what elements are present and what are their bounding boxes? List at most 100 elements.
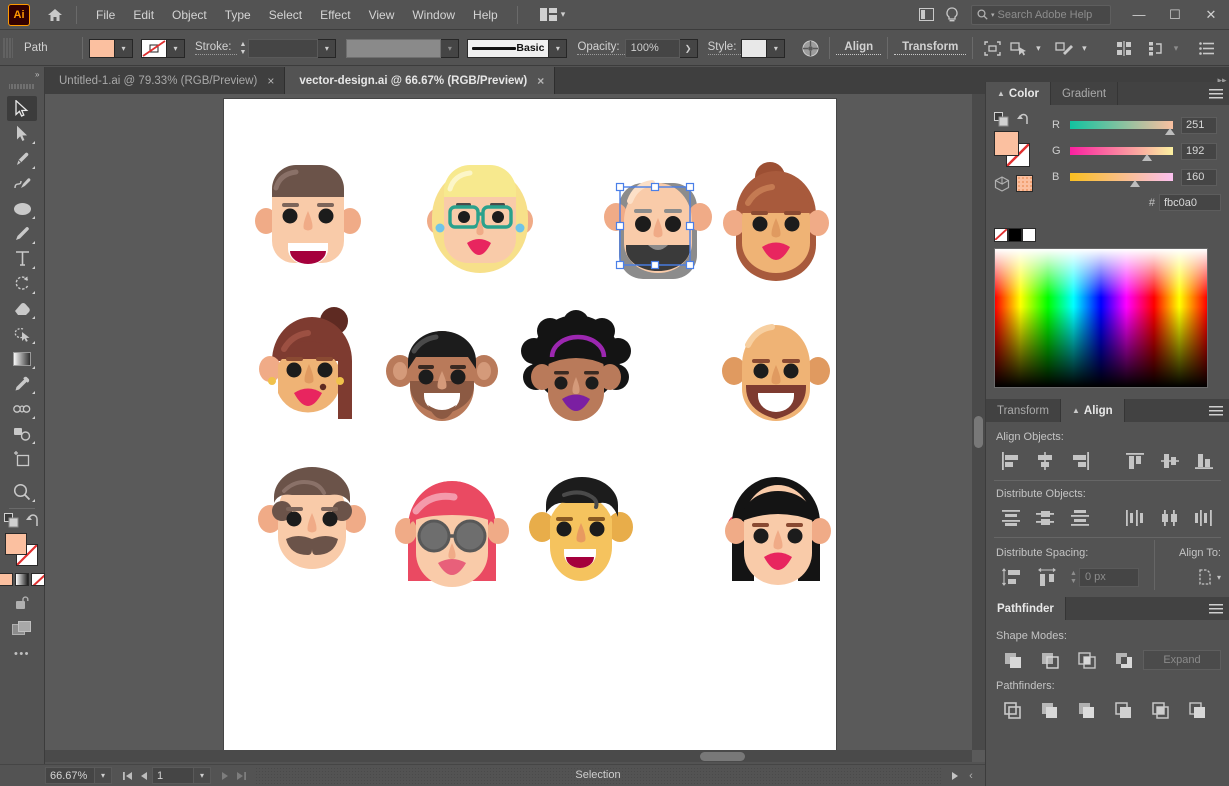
swap-fill-stroke-icon[interactable]	[4, 513, 19, 528]
canvas-vertical-scrollbar[interactable]	[972, 94, 985, 750]
swatch-white[interactable]	[1022, 228, 1036, 242]
zoom-level-input[interactable]: 66.67%	[45, 767, 95, 784]
zoom-chevron-down-icon[interactable]: ▾	[95, 767, 112, 784]
color-ramp-swatch[interactable]	[1016, 175, 1033, 192]
variable-width-chevron-down-icon[interactable]: ▾	[441, 38, 460, 58]
arrange-chevron-down-icon[interactable]: ▾	[1169, 37, 1183, 59]
artboard-tool[interactable]	[7, 446, 37, 471]
stroke-weight-chevron-down-icon[interactable]: ▾	[318, 38, 337, 58]
shaper-tool[interactable]	[7, 321, 37, 346]
spacing-stepper[interactable]: ▲ ▼	[1068, 570, 1079, 585]
vertical-distribute-center-icon[interactable]	[1028, 505, 1062, 531]
shape-builder-tool[interactable]	[7, 421, 37, 446]
variable-width-profile[interactable]	[346, 38, 442, 58]
select-similar-chevron-down-icon[interactable]: ▾	[1031, 37, 1045, 59]
gradient-tool[interactable]	[7, 346, 37, 371]
lightbulb-icon[interactable]	[939, 4, 965, 26]
edit-toolbar-chevron-down-icon[interactable]: ▾	[1077, 37, 1091, 59]
next-artboard-button[interactable]	[217, 767, 233, 784]
select-similar-objects-icon[interactable]	[1005, 37, 1031, 59]
menu-effect[interactable]: Effect	[311, 4, 359, 26]
tab-pathfinder[interactable]: Pathfinder	[986, 597, 1066, 620]
direct-selection-tool[interactable]	[7, 121, 37, 146]
pathfinder-panel-menu-icon[interactable]	[1209, 597, 1223, 620]
minus-front-icon[interactable]	[1031, 647, 1068, 673]
ellipse-tool[interactable]	[7, 196, 37, 221]
swap-arrow-icon[interactable]	[1016, 113, 1030, 126]
home-icon[interactable]	[44, 4, 66, 26]
style-chevron-down-icon[interactable]: ▾	[767, 38, 786, 58]
panel-collapse-icon[interactable]: ▲	[1072, 406, 1080, 415]
menu-object[interactable]: Object	[163, 4, 216, 26]
vertical-distribute-bottom-icon[interactable]	[1063, 505, 1097, 531]
arrange-objects-icon[interactable]	[1143, 37, 1169, 59]
status-indicator-text[interactable]: Selection	[255, 767, 941, 784]
curvature-tool[interactable]	[7, 171, 37, 196]
menu-type[interactable]: Type	[216, 4, 260, 26]
paintbrush-tool[interactable]	[7, 221, 37, 246]
distribute-spacing-icon[interactable]	[1111, 37, 1137, 59]
merge-icon[interactable]	[1068, 697, 1105, 723]
menu-view[interactable]: View	[360, 4, 404, 26]
menu-file[interactable]: File	[87, 4, 124, 26]
align-panel-menu-icon[interactable]	[1209, 399, 1223, 422]
stroke-color-control[interactable]: ▾	[141, 38, 185, 58]
canvas-horizontal-scrollbar[interactable]	[45, 750, 972, 762]
rotate-tool[interactable]	[7, 271, 37, 296]
hex-input[interactable]: fbc0a0	[1159, 194, 1221, 211]
channel-b-slider[interactable]	[1070, 173, 1173, 187]
horizontal-distribute-spacing-icon[interactable]	[1029, 564, 1064, 590]
none-button[interactable]	[31, 573, 45, 586]
stroke-dropdown-chevron-down-icon[interactable]: ▾	[167, 38, 185, 58]
horizontal-align-left-icon[interactable]	[994, 448, 1028, 474]
opacity-flyout-icon[interactable]: ❯	[679, 38, 698, 58]
horizontal-align-right-icon[interactable]	[1063, 448, 1097, 474]
screen-mode-icon[interactable]	[12, 621, 32, 636]
type-tool[interactable]	[7, 246, 37, 271]
edit-toolbar-icon[interactable]	[1051, 37, 1077, 59]
horizontal-distribute-right-icon[interactable]	[1187, 505, 1221, 531]
arrange-documents-icon[interactable]: ▾	[534, 5, 572, 24]
search-input[interactable]: ▾ Search Adobe Help	[971, 4, 1111, 25]
vertical-align-center-icon[interactable]	[1153, 448, 1187, 474]
first-artboard-button[interactable]	[120, 767, 136, 784]
properties-panel-icon[interactable]	[913, 4, 939, 26]
expand-button[interactable]: Expand	[1143, 650, 1221, 670]
menu-window[interactable]: Window	[403, 4, 464, 26]
close-icon[interactable]: ×	[537, 74, 544, 88]
channel-g-value[interactable]: 192	[1181, 142, 1217, 160]
fill-dropdown-chevron-down-icon[interactable]: ▾	[115, 38, 133, 58]
swatch-none[interactable]	[994, 228, 1008, 242]
tab-align[interactable]: ▲ Align	[1060, 399, 1125, 422]
document-setup-icon[interactable]	[1193, 37, 1219, 59]
stroke-swatch-none[interactable]	[141, 38, 167, 58]
horizontal-distribute-left-icon[interactable]	[1118, 505, 1152, 531]
channel-g-slider[interactable]	[1070, 147, 1173, 161]
canvas-area[interactable]	[45, 94, 985, 762]
color-panel-menu-icon[interactable]	[1209, 82, 1223, 105]
previous-artboard-button[interactable]	[136, 767, 152, 784]
fill-swatch[interactable]	[89, 38, 115, 58]
crop-icon[interactable]	[1105, 697, 1142, 723]
status-flyout-button[interactable]	[947, 767, 963, 784]
tab-color[interactable]: ▲ Color	[986, 82, 1051, 105]
maximize-button[interactable]: ☐	[1157, 1, 1193, 29]
channel-r-slider[interactable]	[1070, 121, 1175, 135]
zoom-control[interactable]: 66.67% ▾	[45, 767, 112, 784]
opacity-input[interactable]: 100%	[624, 38, 680, 58]
minus-back-icon[interactable]	[1179, 697, 1216, 723]
brush-chevron-down-icon[interactable]: ▾	[549, 38, 568, 58]
menu-select[interactable]: Select	[260, 4, 311, 26]
vertical-align-top-icon[interactable]	[1118, 448, 1152, 474]
eyedropper-tool[interactable]	[7, 371, 37, 396]
artboard-chevron-down-icon[interactable]: ▾	[194, 767, 211, 784]
opacity-label[interactable]: Opacity:	[577, 41, 625, 55]
document-tab-vector-design[interactable]: vector-design.ai @ 66.67% (RGB/Preview) …	[285, 67, 556, 94]
outline-icon[interactable]	[1142, 697, 1179, 723]
align-to-chevron-down-icon[interactable]: ▾	[1217, 573, 1221, 582]
tab-gradient[interactable]: Gradient	[1050, 82, 1119, 105]
fill-swatch[interactable]	[5, 533, 27, 555]
menu-help[interactable]: Help	[464, 4, 507, 26]
drawing-mode-icon[interactable]	[14, 596, 31, 611]
isolate-selected-object-icon[interactable]	[979, 37, 1005, 59]
